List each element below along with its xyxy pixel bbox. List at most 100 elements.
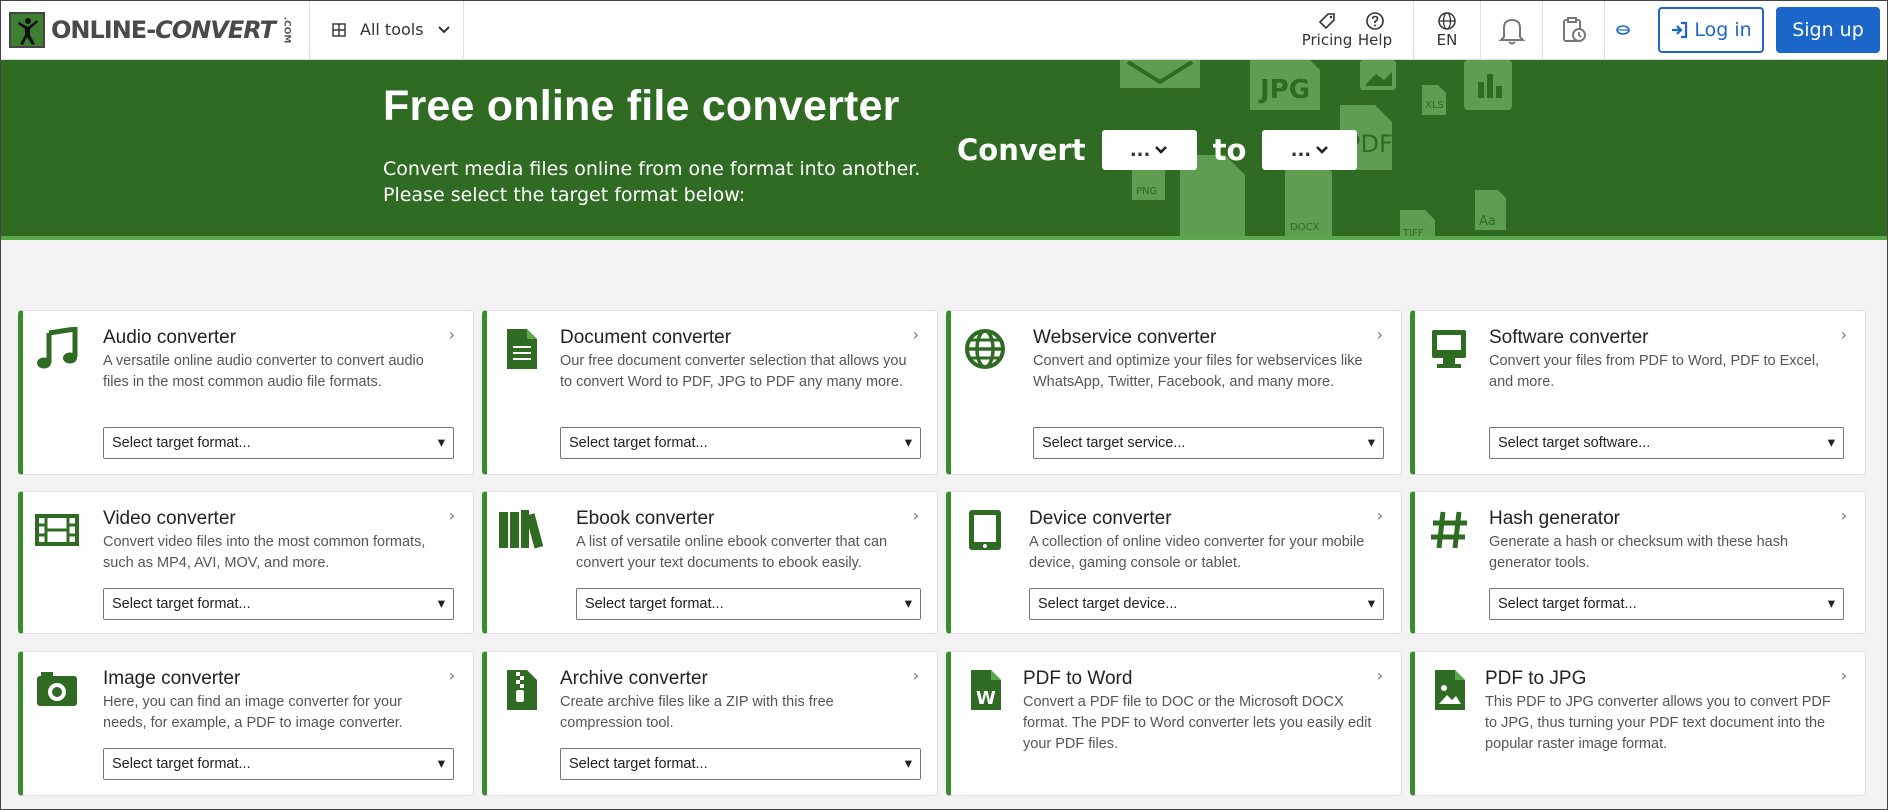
hero-banner: JPG PDF XLS PNG DOCX TIFF Aa Free online… bbox=[0, 60, 1888, 240]
card-hash-generator[interactable]: Hash generator Generate a hash or checks… bbox=[1410, 491, 1866, 634]
card-title: Hash generator bbox=[1489, 508, 1620, 529]
card-device-converter[interactable]: Device converter A collection of online … bbox=[946, 491, 1402, 634]
card-description: Convert your files from PDF to Word, PDF… bbox=[1489, 353, 1820, 390]
target-format-select[interactable]: Select target format... ▾ bbox=[103, 588, 454, 620]
select-value: Select target format... bbox=[1498, 596, 1637, 612]
card-description: Convert a PDF file to DOC or the Microso… bbox=[1023, 694, 1372, 752]
grid-icon bbox=[332, 22, 346, 37]
caret-down-icon: ▾ bbox=[904, 435, 912, 451]
target-format-select[interactable]: Select target format... ▾ bbox=[560, 748, 921, 780]
from-format-select[interactable]: ... bbox=[1101, 130, 1197, 170]
card-image-converter[interactable]: Image converter Here, you can find an im… bbox=[18, 651, 474, 796]
chevron-down-icon bbox=[437, 25, 450, 33]
deco-label-docx: DOCX bbox=[1290, 222, 1320, 233]
card-title: Webservice converter bbox=[1033, 327, 1217, 348]
login-icon bbox=[1672, 21, 1688, 38]
desktop-icon bbox=[1425, 325, 1473, 373]
target-format-select[interactable]: Select target format... ▾ bbox=[560, 427, 921, 459]
card-ebook-converter[interactable]: Ebook converter A list of versatile onli… bbox=[482, 491, 938, 634]
target-software-select[interactable]: Select target software... ▾ bbox=[1489, 427, 1844, 459]
login-label: Log in bbox=[1694, 18, 1752, 41]
caret-down-icon: ▾ bbox=[437, 435, 445, 451]
target-format-select[interactable]: Select target format... ▾ bbox=[576, 588, 921, 620]
select-value: Select target format... bbox=[569, 756, 708, 772]
deco-label-xls: XLS bbox=[1425, 100, 1444, 111]
card-title: Ebook converter bbox=[576, 508, 715, 529]
word-file-icon: W bbox=[961, 666, 1009, 714]
signup-button[interactable]: Sign up bbox=[1776, 6, 1880, 53]
caret-down-icon: ▾ bbox=[1827, 596, 1835, 612]
top-header: ONLINE-CONVERT .COM All tools Pricing He… bbox=[0, 0, 1888, 60]
card-audio-converter[interactable]: Audio converter A versatile online audio… bbox=[18, 310, 474, 475]
card-archive-converter[interactable]: Archive converter Create archive files l… bbox=[482, 651, 938, 796]
coin-icon bbox=[1615, 24, 1630, 35]
card-pdf-to-jpg[interactable]: PDF to JPG This PDF to JPG converter all… bbox=[1410, 651, 1866, 796]
card-description: Convert and optimize your files for webs… bbox=[1033, 353, 1363, 390]
music-note-icon bbox=[33, 325, 81, 373]
image-file-icon bbox=[1425, 666, 1473, 714]
to-format-value: ... bbox=[1290, 139, 1312, 161]
card-video-converter[interactable]: Video converter Convert video files into… bbox=[18, 491, 474, 634]
deco-label-png: PNG bbox=[1136, 186, 1157, 197]
chevron-right-icon: › bbox=[1840, 506, 1847, 525]
card-title: Video converter bbox=[103, 508, 236, 529]
caret-down-icon: ▾ bbox=[1827, 435, 1835, 451]
target-service-select[interactable]: Select target service... ▾ bbox=[1033, 427, 1384, 459]
chevron-right-icon: › bbox=[1376, 506, 1383, 525]
target-format-select[interactable]: Select target format... ▾ bbox=[103, 748, 454, 780]
clipboard-clock-icon bbox=[1562, 16, 1586, 42]
logo-wordmark: ONLINE-CONVERT bbox=[51, 15, 276, 44]
help-link[interactable]: Help bbox=[1355, 0, 1395, 60]
login-button[interactable]: Log in bbox=[1658, 6, 1764, 53]
chevron-right-icon: › bbox=[1840, 666, 1847, 685]
chevron-right-icon: › bbox=[912, 325, 919, 344]
to-label: to bbox=[1212, 133, 1247, 167]
target-device-select[interactable]: Select target device... ▾ bbox=[1029, 588, 1384, 620]
card-title: PDF to Word bbox=[1023, 668, 1133, 689]
card-description: A versatile online audio converter to co… bbox=[103, 353, 424, 390]
notifications-button[interactable] bbox=[1480, 0, 1542, 60]
card-title: Device converter bbox=[1029, 508, 1172, 529]
card-webservice-converter[interactable]: Webservice converter Convert and optimiz… bbox=[946, 310, 1402, 475]
card-description: Our free document converter selection th… bbox=[560, 353, 907, 390]
chevron-down-icon bbox=[1155, 146, 1168, 154]
history-button[interactable] bbox=[1542, 0, 1604, 60]
card-pdf-to-word[interactable]: W PDF to Word Convert a PDF file to DOC … bbox=[946, 651, 1402, 796]
card-description: Create archive files like a ZIP with thi… bbox=[560, 694, 834, 731]
card-title: Archive converter bbox=[560, 668, 708, 689]
caret-down-icon: ▾ bbox=[437, 596, 445, 612]
chevron-right-icon: › bbox=[448, 666, 455, 685]
deco-label-jpg: JPG bbox=[1258, 75, 1310, 105]
chevron-right-icon: › bbox=[912, 666, 919, 685]
globe-icon bbox=[1438, 11, 1456, 30]
help-icon bbox=[1366, 11, 1384, 30]
hero-subtitle: Convert media files online from one form… bbox=[383, 158, 921, 206]
globe-icon bbox=[961, 325, 1009, 373]
target-format-select[interactable]: Select target format... ▾ bbox=[1489, 588, 1844, 620]
card-software-converter[interactable]: Software converter Convert your files fr… bbox=[1410, 310, 1866, 475]
chevron-right-icon: › bbox=[1376, 666, 1383, 685]
coins-button[interactable] bbox=[1604, 0, 1640, 60]
all-tools-menu[interactable]: All tools bbox=[310, 0, 464, 60]
site-logo[interactable]: ONLINE-CONVERT .COM bbox=[0, 0, 310, 60]
card-title: Image converter bbox=[103, 668, 241, 689]
card-title: PDF to JPG bbox=[1485, 668, 1587, 689]
logo-figure-icon bbox=[9, 11, 45, 48]
camera-icon bbox=[33, 666, 81, 714]
card-description: Convert video files into the most common… bbox=[103, 534, 426, 571]
select-value: Select target format... bbox=[112, 756, 251, 772]
caret-down-icon: ▾ bbox=[1367, 435, 1375, 451]
caret-down-icon: ▾ bbox=[437, 756, 445, 772]
card-document-converter[interactable]: Document converter Our free document con… bbox=[482, 310, 938, 475]
tag-icon bbox=[1318, 12, 1335, 29]
chevron-right-icon: › bbox=[1376, 325, 1383, 344]
card-description: A list of versatile online ebook convert… bbox=[576, 534, 888, 571]
chevron-right-icon: › bbox=[912, 506, 919, 525]
card-title: Document converter bbox=[560, 327, 732, 348]
select-value: Select target device... bbox=[1038, 596, 1178, 612]
card-description: This PDF to JPG converter allows you to … bbox=[1485, 694, 1831, 752]
to-format-select[interactable]: ... bbox=[1262, 130, 1358, 170]
pricing-link[interactable]: Pricing bbox=[1299, 0, 1355, 60]
language-selector[interactable]: EN bbox=[1414, 0, 1480, 60]
target-format-select[interactable]: Select target format... ▾ bbox=[103, 427, 454, 459]
